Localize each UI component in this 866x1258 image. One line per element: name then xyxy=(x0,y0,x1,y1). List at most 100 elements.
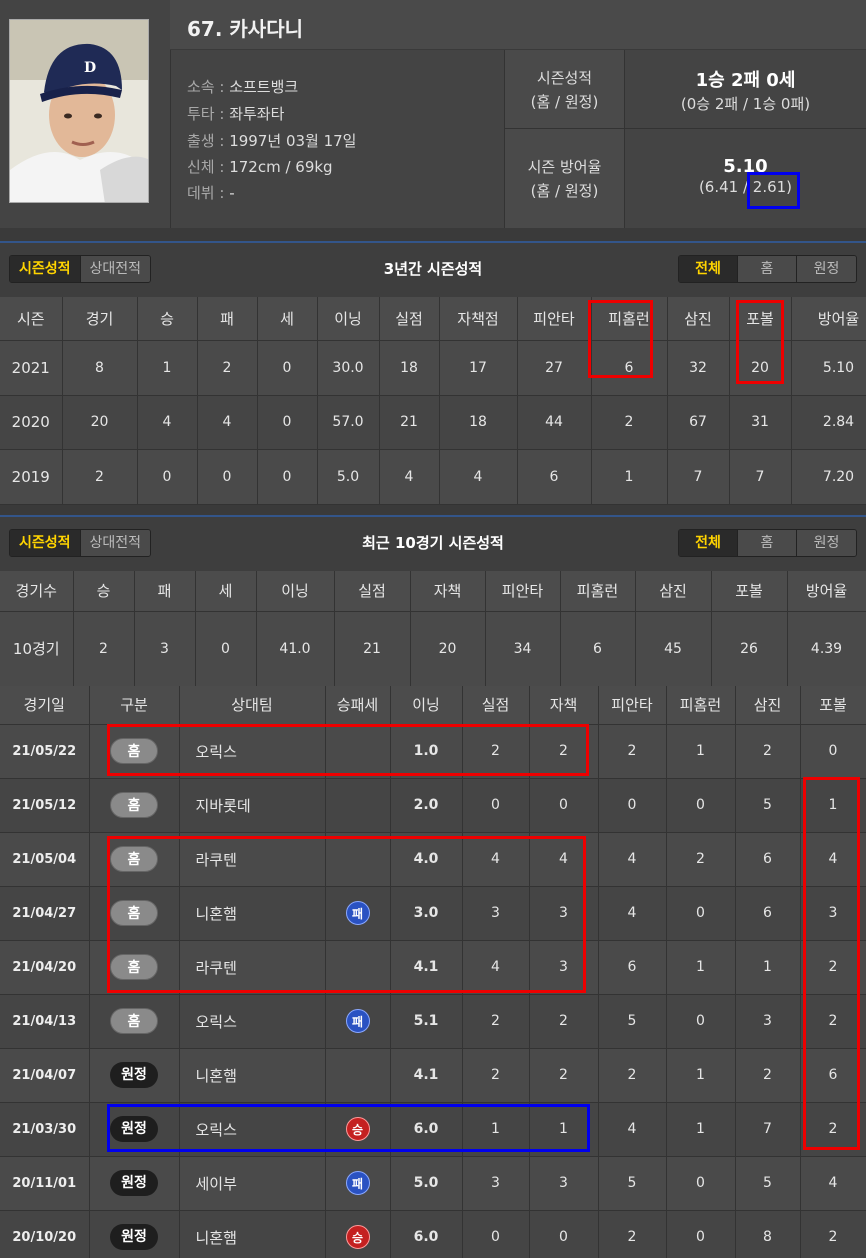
record-value: 1승 2패 0세 (0승 2패 / 1승 0패) xyxy=(624,50,866,129)
info-throw-bat: 투타 : 좌투좌타 xyxy=(187,105,285,123)
game-row[interactable]: 21/05/22 홈 오릭스 1.0 2 2 2 1 2 0 xyxy=(0,724,866,779)
innings-cell: 4.1 xyxy=(390,940,463,995)
stat-cell: 5 xyxy=(598,1156,667,1211)
opponent-team: 오릭스 xyxy=(179,994,326,1049)
filter-away[interactable]: 원정 xyxy=(797,530,856,556)
tab-head-to-head[interactable]: 상대전적 xyxy=(80,256,151,282)
game-row[interactable]: 21/04/07 원정 니혼햄 4.1 2 2 2 1 2 6 xyxy=(0,1048,866,1103)
stat-cell: 2 xyxy=(529,1048,599,1103)
stat-cell: 0 xyxy=(800,724,866,779)
season-cell: 2020 xyxy=(0,395,63,450)
col-header: 삼진 xyxy=(635,571,712,612)
stat-cell: 1 xyxy=(666,1102,736,1157)
venue-cell: 홈 xyxy=(89,994,180,1049)
section-3yr-header: 시즌성적 상대전적 3년간 시즌성적 전체 홈 원정 xyxy=(0,243,866,297)
stat-cell: 1 xyxy=(137,340,198,396)
innings-cell: 6.0 xyxy=(390,1102,463,1157)
tab-season-stats[interactable]: 시즌성적 xyxy=(10,530,81,556)
col-header: 실점 xyxy=(462,686,530,725)
game-date: 21/04/27 xyxy=(0,886,90,941)
col-header: 이닝 xyxy=(317,297,380,341)
home-badge: 홈 xyxy=(110,738,158,764)
decision-cell: 승 xyxy=(325,1210,391,1258)
away-badge: 원정 xyxy=(110,1116,158,1142)
stat-cell: 4 xyxy=(598,1102,667,1157)
stat-cell: 2 xyxy=(800,940,866,995)
season-cell: 2019 xyxy=(0,449,63,505)
stat-cell: 2 xyxy=(529,994,599,1049)
col-header: 구분 xyxy=(89,686,180,725)
stat-cell: 0 xyxy=(462,778,530,833)
tab-season-stats[interactable]: 시즌성적 xyxy=(10,256,81,282)
game-row[interactable]: 21/04/13 홈 오릭스 패 5.1 2 2 5 0 3 2 xyxy=(0,994,866,1049)
filter-away[interactable]: 원정 xyxy=(797,256,856,282)
venue-cell: 홈 xyxy=(89,724,180,779)
stat-cell: 6 xyxy=(560,611,636,687)
game-row[interactable]: 21/04/27 홈 니혼햄 패 3.0 3 3 4 0 6 3 xyxy=(0,886,866,941)
col-header: 자책 xyxy=(529,686,599,725)
game-date: 21/04/07 xyxy=(0,1048,90,1103)
game-row[interactable]: 20/10/20 원정 니혼햄 승 6.0 0 0 2 0 8 2 xyxy=(0,1210,866,1258)
innings-cell: 6.0 xyxy=(390,1210,463,1258)
col-header: 방어율 xyxy=(791,297,866,341)
stat-cell: 20 xyxy=(729,340,792,396)
col-header: 세 xyxy=(257,297,318,341)
innings-cell: 3.0 xyxy=(390,886,463,941)
filter-home[interactable]: 홈 xyxy=(738,530,797,556)
stat-cell: 2 xyxy=(735,724,801,779)
player-name: 67. 카사다니 xyxy=(170,0,866,50)
stat-cell: 4 xyxy=(800,1156,866,1211)
win-badge: 승 xyxy=(345,1225,370,1249)
tab-head-to-head[interactable]: 상대전적 xyxy=(80,530,151,556)
stat-cell: 2 xyxy=(800,994,866,1049)
stat-cell: 0 xyxy=(529,778,599,833)
stat-cell: 17 xyxy=(439,340,518,396)
stat-cell: 20 xyxy=(62,395,138,450)
season-summary: 시즌성적 (홈 / 원정) 1승 2패 0세 (0승 2패 / 1승 0패) 시즌 … xyxy=(504,50,866,228)
game-row[interactable]: 21/03/30 원정 오릭스 승 6.0 1 1 4 1 7 2 xyxy=(0,1102,866,1157)
filter-home[interactable]: 홈 xyxy=(738,256,797,282)
decision-cell: 승 xyxy=(325,1102,391,1157)
opponent-team: 지바롯데 xyxy=(179,778,326,833)
stat-cell: 1 xyxy=(591,449,668,505)
stat-cell: 1 xyxy=(666,1048,736,1103)
stat-cell: 3 xyxy=(800,886,866,941)
stat-cell: 7.20 xyxy=(791,449,866,505)
stat-cell: 6 xyxy=(735,886,801,941)
stat-cell: 2 xyxy=(73,611,135,687)
games-count-cell: 10경기 xyxy=(0,611,74,687)
stat-cell: 30.0 xyxy=(317,340,380,396)
innings-cell: 4.0 xyxy=(390,832,463,887)
venue-cell: 홈 xyxy=(89,940,180,995)
game-row[interactable]: 21/05/04 홈 라쿠텐 4.0 4 4 4 2 6 4 xyxy=(0,832,866,887)
game-row[interactable]: 21/05/12 홈 지바롯데 2.0 0 0 0 0 5 1 xyxy=(0,778,866,833)
decision-cell: 패 xyxy=(325,886,391,941)
opponent-team: 오릭스 xyxy=(179,724,326,779)
stat-cell: 18 xyxy=(439,395,518,450)
innings-cell: 1.0 xyxy=(390,724,463,779)
col-header: 패 xyxy=(134,571,196,612)
game-date: 21/05/04 xyxy=(0,832,90,887)
player-info: 소속 : 소프트뱅크 투타 : 좌투좌타 출생 : 1997년 03월 17일 … xyxy=(170,50,504,228)
era-label: 시즌 방어율 (홈 / 원정) xyxy=(504,129,624,228)
home-badge: 홈 xyxy=(110,900,158,926)
away-badge: 원정 xyxy=(110,1224,158,1250)
season-3yr-table: 시즌 경기 승 패 세 이닝 실점 자책점 피안타 피홈런 삼진 포볼 방어율 2021 8 1 2 0 30.0… xyxy=(0,297,866,505)
filter-all[interactable]: 전체 xyxy=(679,530,738,556)
loss-badge: 패 xyxy=(345,1009,370,1033)
game-row[interactable]: 21/04/20 홈 라쿠텐 4.1 4 3 6 1 1 2 xyxy=(0,940,866,995)
stat-cell: 7 xyxy=(735,1102,801,1157)
stat-cell: 1 xyxy=(529,1102,599,1157)
decision-cell xyxy=(325,1048,391,1103)
stat-cell: 32 xyxy=(667,340,730,396)
col-header: 포볼 xyxy=(711,571,788,612)
game-row[interactable]: 20/11/01 원정 세이부 패 5.0 3 3 5 0 5 4 xyxy=(0,1156,866,1211)
opponent-team: 니혼햄 xyxy=(179,1048,326,1103)
filter-all[interactable]: 전체 xyxy=(679,256,738,282)
venue-cell: 원정 xyxy=(89,1156,180,1211)
info-debut: 데뷔 : - xyxy=(187,184,235,202)
col-header: 삼진 xyxy=(667,297,730,341)
col-header: 세 xyxy=(195,571,257,612)
info-team: 소속 : 소프트뱅크 xyxy=(187,78,299,96)
player-photo: D xyxy=(9,19,149,203)
